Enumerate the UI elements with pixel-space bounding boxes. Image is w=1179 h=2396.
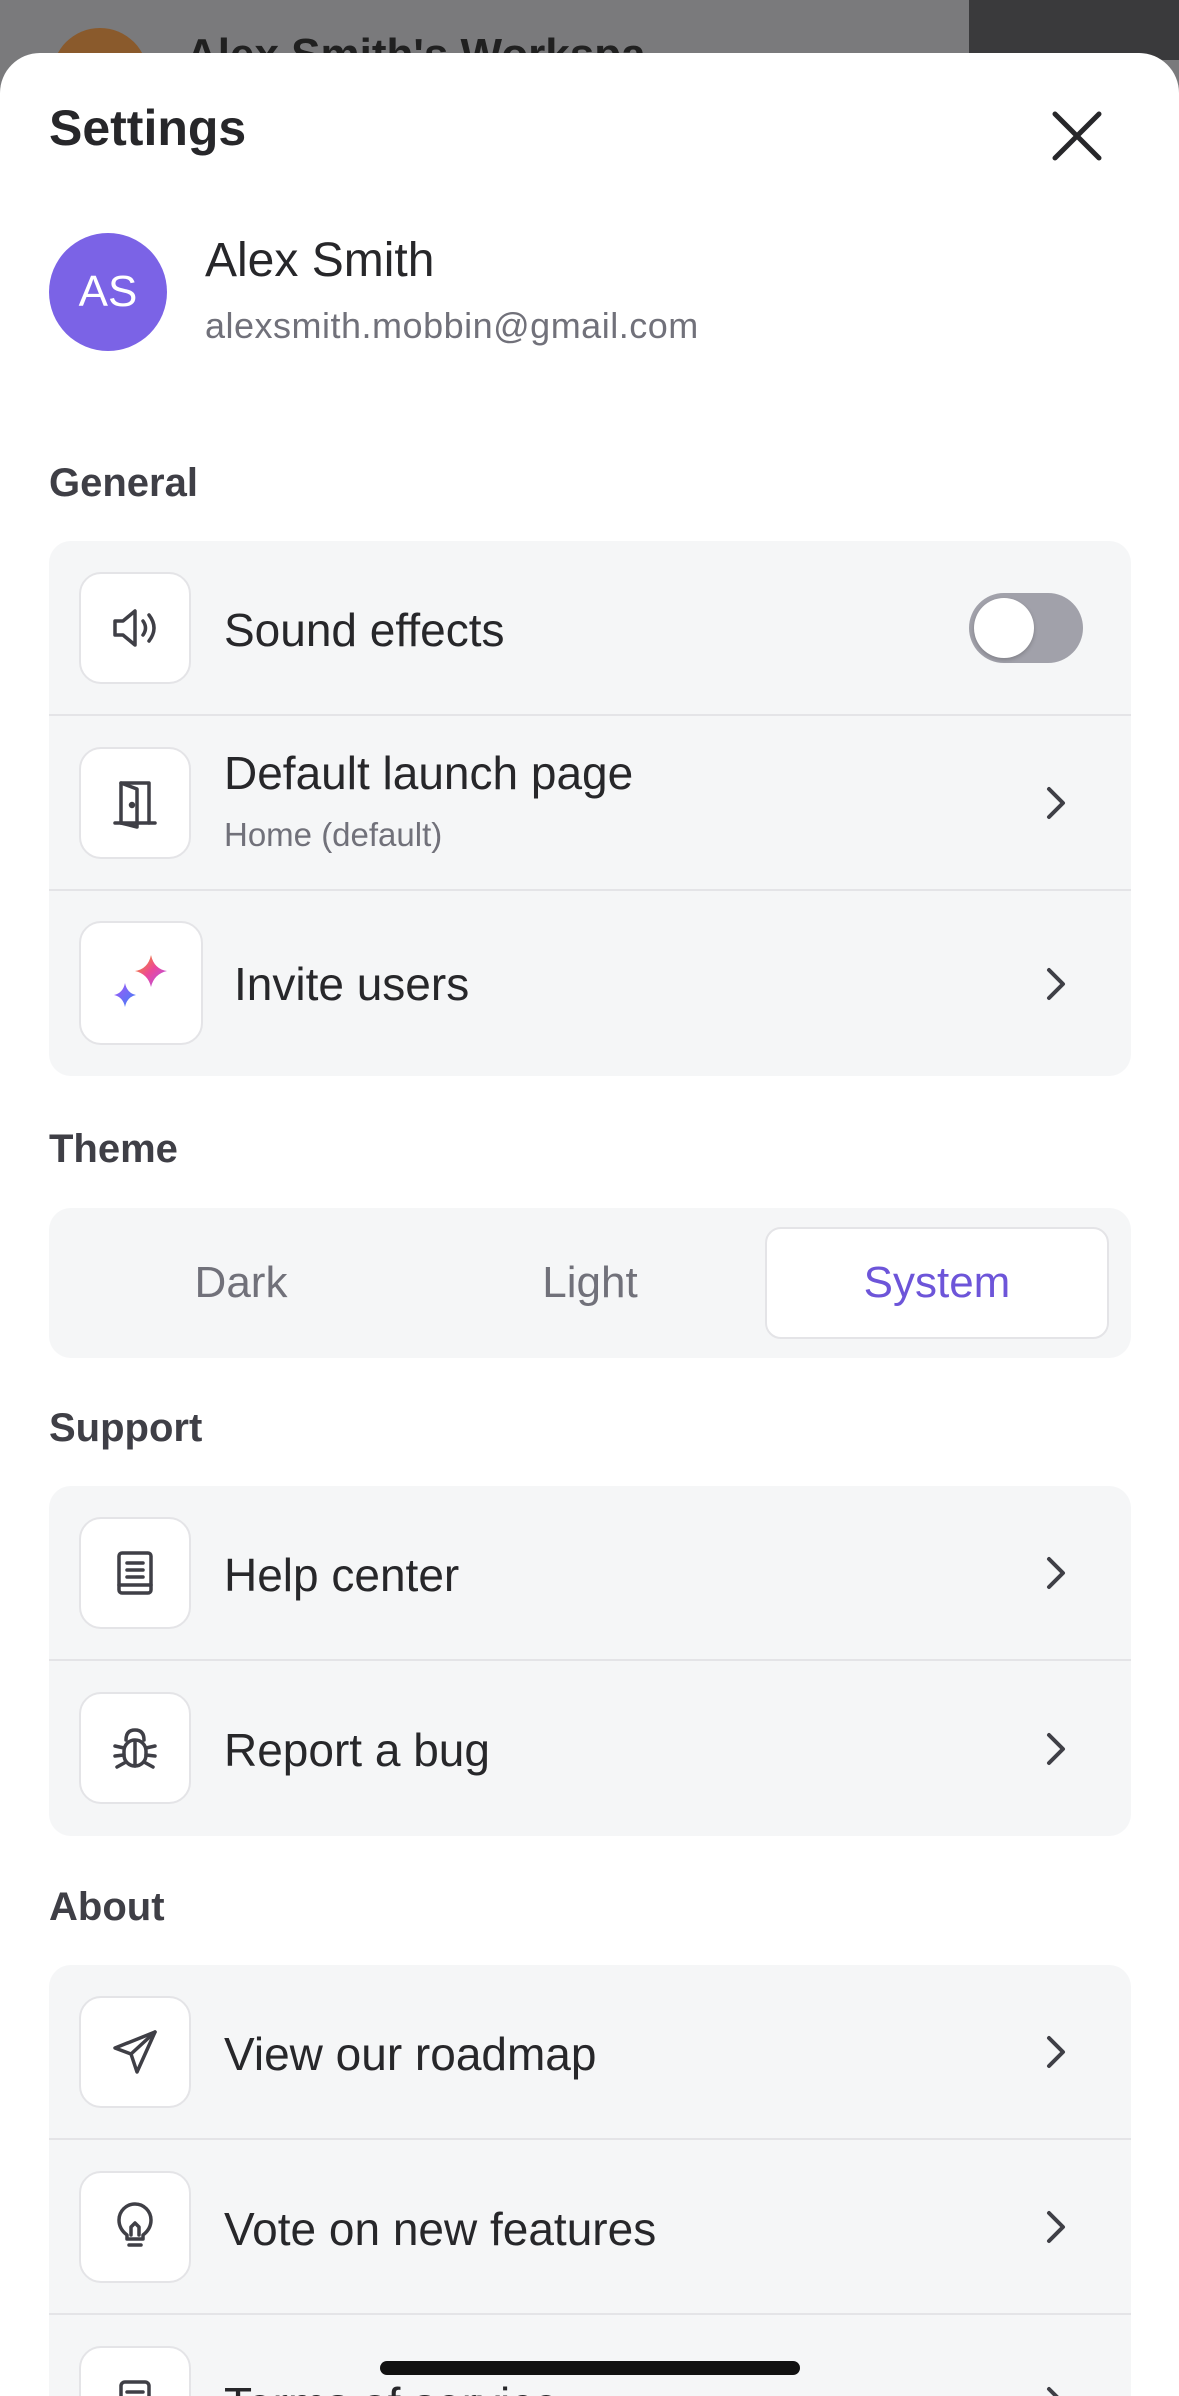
theme-option-system[interactable]: System	[765, 1227, 1109, 1339]
close-button[interactable]	[1040, 99, 1114, 173]
document-icon	[79, 2346, 191, 2396]
vote-features-row[interactable]: Vote on new features	[49, 2140, 1131, 2315]
avatar: AS	[49, 233, 167, 351]
terms-of-service-row[interactable]: Terms of service	[49, 2315, 1131, 2396]
section-label-general: General	[49, 461, 198, 505]
section-label-about: About	[49, 1885, 165, 1929]
theme-option-dark[interactable]: Dark	[69, 1227, 413, 1339]
close-icon	[1052, 111, 1102, 161]
chevron-right-icon	[1047, 967, 1065, 1000]
view-roadmap-label: View our roadmap	[224, 2028, 597, 2080]
profile-name: Alex Smith	[205, 234, 435, 287]
page-title: Settings	[49, 100, 247, 156]
chevron-right-icon	[1047, 786, 1065, 819]
profile-email: alexsmith.mobbin@gmail.com	[205, 305, 699, 346]
support-group: Help center Report a bug	[49, 1486, 1131, 1836]
chevron-right-icon	[1047, 1556, 1065, 1589]
toggle-knob	[974, 597, 1034, 658]
book-icon	[79, 1517, 191, 1629]
chevron-right-icon	[1047, 2210, 1065, 2243]
chevron-right-icon	[1047, 2035, 1065, 2068]
paper-plane-icon	[79, 1996, 191, 2108]
section-label-theme: Theme	[49, 1127, 178, 1171]
home-indicator	[380, 2361, 800, 2375]
terms-of-service-label: Terms of service	[224, 2377, 559, 2396]
default-launch-page-label: Default launch page	[224, 747, 634, 799]
chevron-right-icon	[1047, 2386, 1060, 2396]
sound-effects-row[interactable]: Sound effects	[49, 541, 1131, 716]
sparkle-icon	[79, 921, 203, 1045]
background-panel	[969, 0, 1179, 60]
door-icon	[79, 747, 191, 859]
about-group: View our roadmap Vote on new features	[49, 1965, 1131, 2396]
theme-selector: Dark Light System	[49, 1208, 1131, 1358]
speaker-icon	[79, 572, 191, 684]
sound-effects-label: Sound effects	[224, 604, 505, 656]
sound-effects-toggle[interactable]	[969, 592, 1083, 663]
lightbulb-icon	[79, 2171, 191, 2283]
report-bug-row[interactable]: Report a bug	[49, 1661, 1131, 1836]
chevron-right-icon	[1047, 1732, 1065, 1765]
report-bug-label: Report a bug	[224, 1724, 490, 1776]
general-group: Sound effects Default launch page Home (…	[49, 541, 1131, 1076]
help-center-row[interactable]: Help center	[49, 1486, 1131, 1661]
default-launch-page-row[interactable]: Default launch page Home (default)	[49, 716, 1131, 891]
theme-option-light[interactable]: Light	[418, 1227, 762, 1339]
section-label-support: Support	[49, 1406, 203, 1450]
help-center-label: Help center	[224, 1549, 460, 1601]
invite-users-row[interactable]: Invite users	[49, 891, 1131, 1076]
default-launch-page-value: Home (default)	[224, 816, 443, 853]
view-roadmap-row[interactable]: View our roadmap	[49, 1965, 1131, 2140]
vote-features-label: Vote on new features	[224, 2203, 657, 2255]
invite-users-label: Invite users	[234, 958, 470, 1010]
settings-sheet: Settings AS Alex Smith alexsmith.mobbin@…	[0, 53, 1179, 2396]
bug-icon	[79, 1692, 191, 1804]
